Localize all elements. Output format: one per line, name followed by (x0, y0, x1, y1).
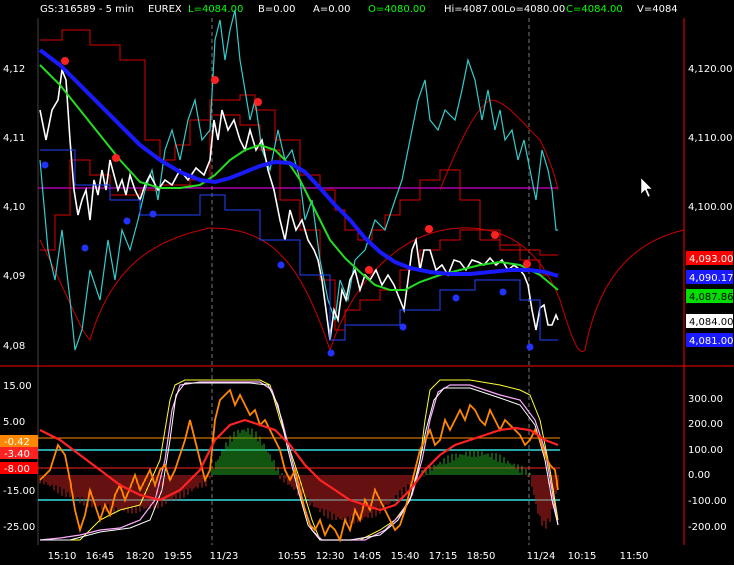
header-ask: A=0.00 (313, 4, 351, 15)
red-signal-dot (365, 266, 373, 274)
x-tick-label: 16:45 (86, 551, 115, 562)
red-signal-dot (61, 57, 69, 65)
x-tick-label: 12:30 (316, 551, 345, 562)
right-tick-label: 4,100.00 (688, 202, 733, 213)
osc-right-tick-label: -100.00 (688, 496, 727, 507)
price-tag-label: 4,087.86 (689, 292, 734, 303)
red-signal-dot (523, 260, 531, 268)
right-tick-label: 4,120.00 (688, 64, 733, 75)
red-signal-dot (491, 231, 499, 239)
osc-tags: -0.42-3.40 -8.00 (0, 435, 38, 475)
header-symbol: GS:316589 - 5 min (40, 4, 134, 15)
x-tick-label: 14:05 (353, 551, 382, 562)
osc-right-tick-label: 300.00 (688, 394, 723, 405)
header-low: Lo=4080.00 (504, 4, 565, 15)
price-tag-label: 4,084.00 (689, 317, 734, 328)
osc-left-tick-label: -25.00 (3, 522, 35, 533)
header-volume: V=4084 (637, 4, 678, 15)
price-tag-label: 4,081.00 (689, 336, 734, 347)
x-tick-label: 17:15 (429, 551, 458, 562)
x-tick-label: 18:20 (126, 551, 155, 562)
osc-right-tick-label: 100.00 (688, 445, 723, 456)
x-tick-label: 19:55 (164, 551, 193, 562)
osc-tag-label: -3.40 (4, 449, 30, 460)
osc-left-tick-label: -15.00 (3, 486, 35, 497)
osc-left-tick-label: 15.00 (3, 381, 32, 392)
x-tick-label: 15:10 (48, 551, 77, 562)
osc-right-tick-label: -200.00 (688, 522, 727, 533)
header-high: Hi=4087.00 (444, 4, 504, 15)
price-tag-label: 4,090.17 (689, 273, 734, 284)
blue-signal-dot (41, 161, 49, 169)
osc-left-tick-label: 5.00 (3, 417, 25, 428)
trading-chart[interactable]: GS:316589 - 5 min EUREX L=4084.00 B=0.00… (0, 0, 734, 565)
x-tick-label: 11/23 (210, 551, 239, 562)
red-signal-dot (112, 154, 120, 162)
x-tick-label: 11/24 (527, 551, 556, 562)
header-open: O=4080.00 (368, 4, 426, 15)
header-exchange: EUREX (148, 4, 182, 15)
blue-signal-dot (452, 294, 460, 302)
osc-tag-label: -8.00 (4, 464, 30, 475)
header-bid: B=0.00 (258, 4, 296, 15)
red-signal-dot (425, 225, 433, 233)
price-tag-label: 4,093.00 (689, 254, 734, 265)
red-signal-dot (254, 98, 262, 106)
right-tick-label: 4,110.00 (688, 133, 733, 144)
blue-signal-dot (526, 343, 534, 351)
x-tick-label: 15:40 (391, 551, 420, 562)
blue-signal-dot (123, 217, 131, 225)
osc-right-tick-label: 0.00 (688, 470, 710, 481)
left-tick-label: 4,08 (3, 341, 25, 352)
blue-signal-dot (499, 288, 507, 296)
osc-tag-label: -0.42 (4, 437, 30, 448)
red-signal-dot (211, 76, 219, 84)
blue-signal-dot (277, 261, 285, 269)
blue-signal-dot (399, 323, 407, 331)
x-tick-label: 18:50 (467, 551, 496, 562)
x-tick-label: 10:55 (278, 551, 307, 562)
x-tick-label: 10:15 (568, 551, 597, 562)
blue-signal-dot (327, 349, 335, 357)
left-tick-label: 4,09 (3, 271, 25, 282)
blue-signal-dot (149, 210, 157, 218)
left-tick-label: 4,11 (3, 133, 25, 144)
left-tick-label: 4,10 (3, 202, 25, 213)
osc-right-tick-label: 200.00 (688, 419, 723, 430)
header-close: C=4084.00 (566, 4, 623, 15)
x-tick-label: 11:50 (620, 551, 649, 562)
blue-signal-dot (81, 244, 89, 252)
left-tick-label: 4,12 (3, 64, 25, 75)
